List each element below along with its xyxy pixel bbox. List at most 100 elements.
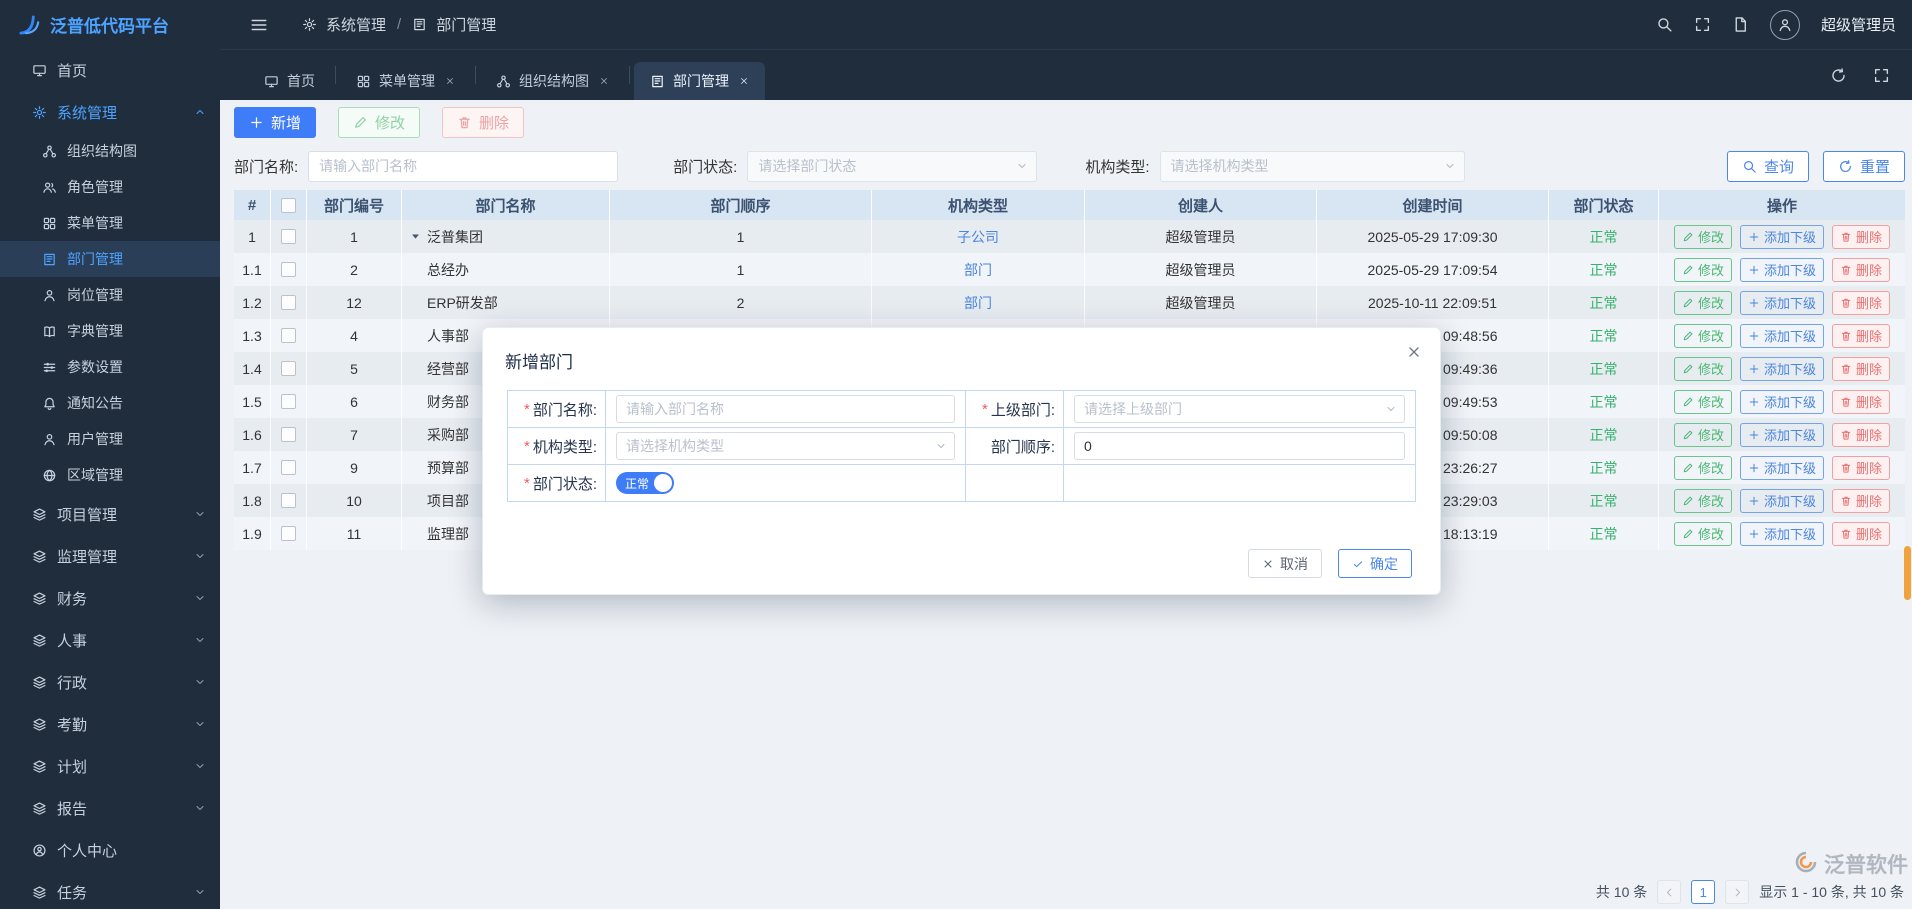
close-icon[interactable] [1406,344,1422,360]
collapse-caret-icon[interactable] [410,229,421,245]
parent-dept-select[interactable]: 请选择上级部门 [1074,395,1405,423]
close-tab-icon[interactable] [445,76,455,86]
row-edit-button[interactable]: 修改 [1674,291,1732,315]
row-add-child-button[interactable]: 添加下级 [1740,291,1824,315]
table-row[interactable]: 1.12总经办1部门超级管理员2025-05-29 17:09:54正常修改添加… [234,253,1905,286]
fullscreen-icon[interactable] [1694,16,1711,33]
tab-menu-mgmt[interactable]: 菜单管理 [340,62,471,100]
row-add-child-button[interactable]: 添加下级 [1740,489,1824,513]
row-checkbox[interactable] [281,295,296,310]
row-checkbox[interactable] [281,361,296,376]
row-delete-button[interactable]: 删除 [1832,258,1890,282]
confirm-button[interactable]: 确定 [1338,549,1412,578]
sidebar-item-supervision-mgmt[interactable]: 监理管理 [0,535,220,577]
edit-button[interactable]: 修改 [338,107,420,138]
row-edit-button[interactable]: 修改 [1674,390,1732,414]
tab-dept-mgmt[interactable]: 部门管理 [634,62,765,100]
sidebar-item-home[interactable]: 首页 [0,49,220,91]
row-add-child-button[interactable]: 添加下级 [1740,357,1824,381]
row-edit-button[interactable]: 修改 [1674,225,1732,249]
tab-org-chart[interactable]: 组织结构图 [480,62,625,100]
table-row[interactable]: 1.212ERP研发部2部门超级管理员2025-10-11 22:09:51正常… [234,286,1905,319]
search-icon[interactable] [1656,16,1673,33]
org-type-link[interactable]: 部门 [964,293,992,313]
sidebar-item-user-mgmt[interactable]: 用户管理 [0,421,220,457]
sidebar-item-hr[interactable]: 人事 [0,619,220,661]
select-all-checkbox[interactable] [281,198,296,213]
row-edit-button[interactable]: 修改 [1674,258,1732,282]
dept-name-input[interactable] [308,151,618,182]
sidebar-item-administration[interactable]: 行政 [0,661,220,703]
row-edit-button[interactable]: 修改 [1674,324,1732,348]
row-checkbox[interactable] [281,229,296,244]
row-add-child-button[interactable]: 添加下级 [1740,390,1824,414]
row-checkbox[interactable] [281,460,296,475]
search-button[interactable]: 查询 [1727,151,1809,182]
sidebar-item-attendance[interactable]: 考勤 [0,703,220,745]
row-checkbox[interactable] [281,427,296,442]
sidebar-item-personal-center[interactable]: 个人中心 [0,829,220,871]
row-delete-button[interactable]: 删除 [1832,423,1890,447]
sidebar-item-dept-mgmt[interactable]: 部门管理 [0,241,220,277]
tab-home[interactable]: 首页 [248,62,331,100]
sidebar-item-task[interactable]: 任务 [0,871,220,909]
refresh-icon[interactable] [1830,67,1847,84]
sidebar-item-org-chart[interactable]: 组织结构图 [0,133,220,169]
row-checkbox[interactable] [281,328,296,343]
org-type-link[interactable]: 部门 [964,260,992,280]
sidebar-item-report[interactable]: 报告 [0,787,220,829]
row-edit-button[interactable]: 修改 [1674,423,1732,447]
status-toggle[interactable]: 正常 [616,472,674,494]
row-edit-button[interactable]: 修改 [1674,489,1732,513]
row-add-child-button[interactable]: 添加下级 [1740,324,1824,348]
sidebar-item-role-mgmt[interactable]: 角色管理 [0,169,220,205]
row-add-child-button[interactable]: 添加下级 [1740,258,1824,282]
org-type-link[interactable]: 子公司 [957,227,999,247]
fullscreen-content-icon[interactable] [1873,67,1890,84]
dept-status-select[interactable]: 请选择部门状态 [747,151,1037,182]
row-checkbox[interactable] [281,262,296,277]
row-delete-button[interactable]: 删除 [1832,489,1890,513]
row-add-child-button[interactable]: 添加下级 [1740,225,1824,249]
row-edit-button[interactable]: 修改 [1674,357,1732,381]
row-delete-button[interactable]: 删除 [1832,357,1890,381]
dept-order-input[interactable] [1074,432,1405,460]
sidebar-item-system-mgmt[interactable]: 系统管理 [0,91,220,133]
sidebar-item-plan[interactable]: 计划 [0,745,220,787]
scrollbar-thumb[interactable] [1904,546,1911,600]
row-checkbox[interactable] [281,493,296,508]
row-checkbox[interactable] [281,526,296,541]
sidebar-item-dict-mgmt[interactable]: 字典管理 [0,313,220,349]
avatar[interactable] [1770,10,1800,40]
close-tab-icon[interactable] [739,76,749,86]
close-tab-icon[interactable] [599,76,609,86]
row-add-child-button[interactable]: 添加下级 [1740,423,1824,447]
next-page-button[interactable] [1725,880,1749,904]
breadcrumb-item-system[interactable]: 系统管理 [326,14,386,35]
row-delete-button[interactable]: 删除 [1832,390,1890,414]
sidebar-item-param-settings[interactable]: 参数设置 [0,349,220,385]
row-edit-button[interactable]: 修改 [1674,522,1732,546]
table-row[interactable]: 11泛普集团1子公司超级管理员2025-05-29 17:09:30正常修改添加… [234,220,1905,253]
modal-org-type-select[interactable]: 请选择机构类型 [616,432,955,460]
app-logo[interactable]: 泛普低代码平台 [0,0,220,49]
document-icon[interactable] [1732,16,1749,33]
sidebar-item-finance[interactable]: 财务 [0,577,220,619]
sidebar-item-menu-mgmt[interactable]: 菜单管理 [0,205,220,241]
prev-page-button[interactable] [1657,880,1681,904]
row-delete-button[interactable]: 删除 [1832,522,1890,546]
row-delete-button[interactable]: 删除 [1832,324,1890,348]
collapse-sidebar-icon[interactable] [250,16,268,34]
reset-button[interactable]: 重置 [1823,151,1905,182]
add-button[interactable]: 新增 [234,107,316,138]
sidebar-item-notice[interactable]: 通知公告 [0,385,220,421]
page-number-button[interactable]: 1 [1691,880,1715,904]
org-type-select[interactable]: 请选择机构类型 [1160,151,1465,182]
row-add-child-button[interactable]: 添加下级 [1740,456,1824,480]
delete-button[interactable]: 删除 [442,107,524,138]
cancel-button[interactable]: 取消 [1248,549,1322,578]
row-add-child-button[interactable]: 添加下级 [1740,522,1824,546]
row-delete-button[interactable]: 删除 [1832,456,1890,480]
row-delete-button[interactable]: 删除 [1832,225,1890,249]
modal-dept-name-input[interactable] [616,395,955,423]
